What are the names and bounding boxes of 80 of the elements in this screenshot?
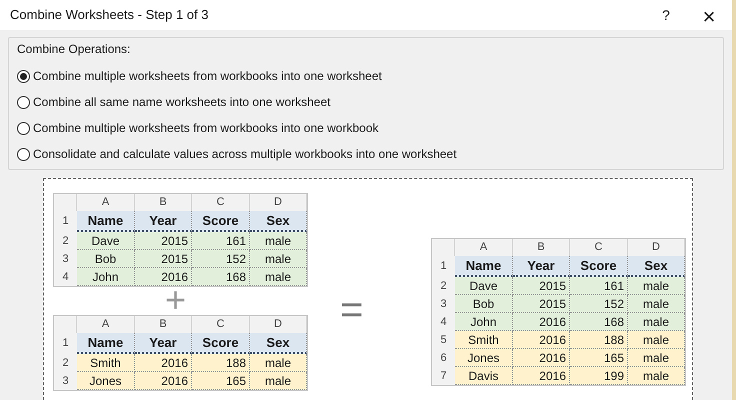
row-number: 2: [54, 232, 77, 250]
table-cell: male: [628, 349, 685, 367]
table-cell: 168: [570, 313, 628, 331]
close-button[interactable]: ×: [686, 0, 732, 30]
table-cell: male: [250, 354, 307, 372]
table-cell: male: [250, 268, 307, 286]
row-number: 1: [54, 211, 77, 232]
table-cell: 2015: [513, 295, 570, 313]
table-cell: 161: [192, 232, 250, 250]
table-cell: male: [628, 295, 685, 313]
help-button[interactable]: ?: [646, 0, 686, 30]
table-cell: male: [628, 367, 685, 385]
table-cell: Name: [77, 333, 135, 354]
row-number: 1: [54, 333, 77, 354]
radio-option[interactable]: Combine multiple worksheets from workbooks into one workbook: [17, 115, 715, 141]
plus-sign: +: [165, 286, 186, 314]
table-cell: Sex: [628, 256, 685, 277]
table-cell: 2016: [513, 367, 570, 385]
table-cell: Year: [513, 256, 570, 277]
row-number: 3: [54, 372, 77, 390]
table-cell: Dave: [455, 277, 513, 295]
row-number: 2: [54, 354, 77, 372]
table-cell: male: [250, 232, 307, 250]
table-cell: Year: [135, 333, 192, 354]
table-cell: Name: [77, 211, 135, 232]
table-cell: 2015: [135, 250, 192, 268]
table-cell: Smith: [455, 331, 513, 349]
table-cell: 2016: [135, 268, 192, 286]
row-number: 2: [432, 277, 455, 295]
table-cell: Score: [192, 211, 250, 232]
table-cell: Bob: [455, 295, 513, 313]
table-cell: Sex: [250, 333, 307, 354]
table-cell: male: [628, 313, 685, 331]
row-number: 5: [432, 331, 455, 349]
table-cell: Sex: [250, 211, 307, 232]
table-cell: 2016: [513, 331, 570, 349]
row-number: 4: [54, 268, 77, 286]
window-title: Combine Worksheets - Step 1 of 3: [10, 6, 210, 24]
group-title: Combine Operations:: [17, 41, 132, 58]
table-cell: Score: [192, 333, 250, 354]
row-number: 7: [432, 367, 455, 385]
radio-option[interactable]: Combine all same name worksheets into one worksheet: [17, 89, 715, 115]
table-cell: male: [628, 331, 685, 349]
table-cell: 2015: [513, 277, 570, 295]
equals-sign: =: [340, 294, 364, 326]
table-cell: 161: [570, 277, 628, 295]
table-cell: Name: [455, 256, 513, 277]
radio-option[interactable]: Consolidate and calculate values across multiple workbooks into one worksheet: [17, 141, 715, 167]
table-cell: 2016: [513, 313, 570, 331]
table-cell: John: [455, 313, 513, 331]
table-cell: 168: [192, 268, 250, 286]
table-cell: Dave: [77, 232, 135, 250]
table-cell: 152: [570, 295, 628, 313]
row-number: 3: [432, 295, 455, 313]
table-cell: male: [250, 250, 307, 268]
table-cell: Smith: [77, 354, 135, 372]
row-number: 4: [432, 313, 455, 331]
table-cell: 2016: [135, 372, 192, 390]
table-cell: John: [77, 268, 135, 286]
table-cell: male: [250, 372, 307, 390]
table-cell: 152: [192, 250, 250, 268]
table-cell: male: [628, 277, 685, 295]
table-cell: Year: [135, 211, 192, 232]
table-cell: Davis: [455, 367, 513, 385]
table-cell: 165: [192, 372, 250, 390]
table-cell: Jones: [77, 372, 135, 390]
row-number: 3: [54, 250, 77, 268]
table-cell: 188: [570, 331, 628, 349]
table-cell: Jones: [455, 349, 513, 367]
row-number: 6: [432, 349, 455, 367]
radio-option[interactable]: Combine multiple worksheets from workbooks into one worksheet: [17, 63, 715, 89]
table-cell: 2015: [135, 232, 192, 250]
table-cell: 2016: [513, 349, 570, 367]
table-cell: 2016: [135, 354, 192, 372]
table-cell: 188: [192, 354, 250, 372]
table-cell: 199: [570, 367, 628, 385]
row-number: 1: [432, 256, 455, 277]
table-cell: 165: [570, 349, 628, 367]
table-cell: Score: [570, 256, 628, 277]
table-cell: Bob: [77, 250, 135, 268]
